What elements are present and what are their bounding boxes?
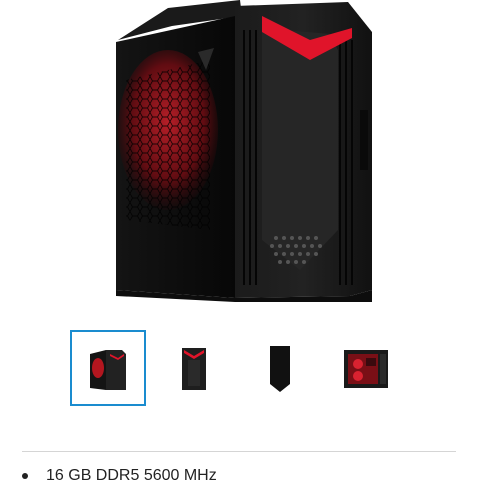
product-main-image[interactable]	[0, 0, 480, 315]
thumbnail-3-image	[270, 346, 290, 392]
thumbnail-1-image	[90, 350, 126, 390]
bullet-icon	[22, 473, 28, 479]
thumbnail-4-image	[344, 350, 388, 388]
image-thumbnail-strip	[0, 330, 480, 412]
spec-item-text: 16 GB DDR5 5600 MHz	[46, 467, 217, 484]
spec-list: 16 GB DDR5 5600 MHz	[0, 466, 480, 486]
thumbnail-2-image	[182, 348, 206, 390]
thumbnail-front[interactable]	[156, 330, 232, 406]
thumbnail-front-angle[interactable]	[70, 330, 146, 406]
thumbnail-interior[interactable]	[328, 330, 404, 406]
pc-tower-illustration	[116, 0, 372, 302]
section-divider	[22, 451, 456, 452]
thumbnail-side[interactable]	[242, 330, 318, 406]
spec-item-memory: 16 GB DDR5 5600 MHz	[0, 466, 480, 486]
